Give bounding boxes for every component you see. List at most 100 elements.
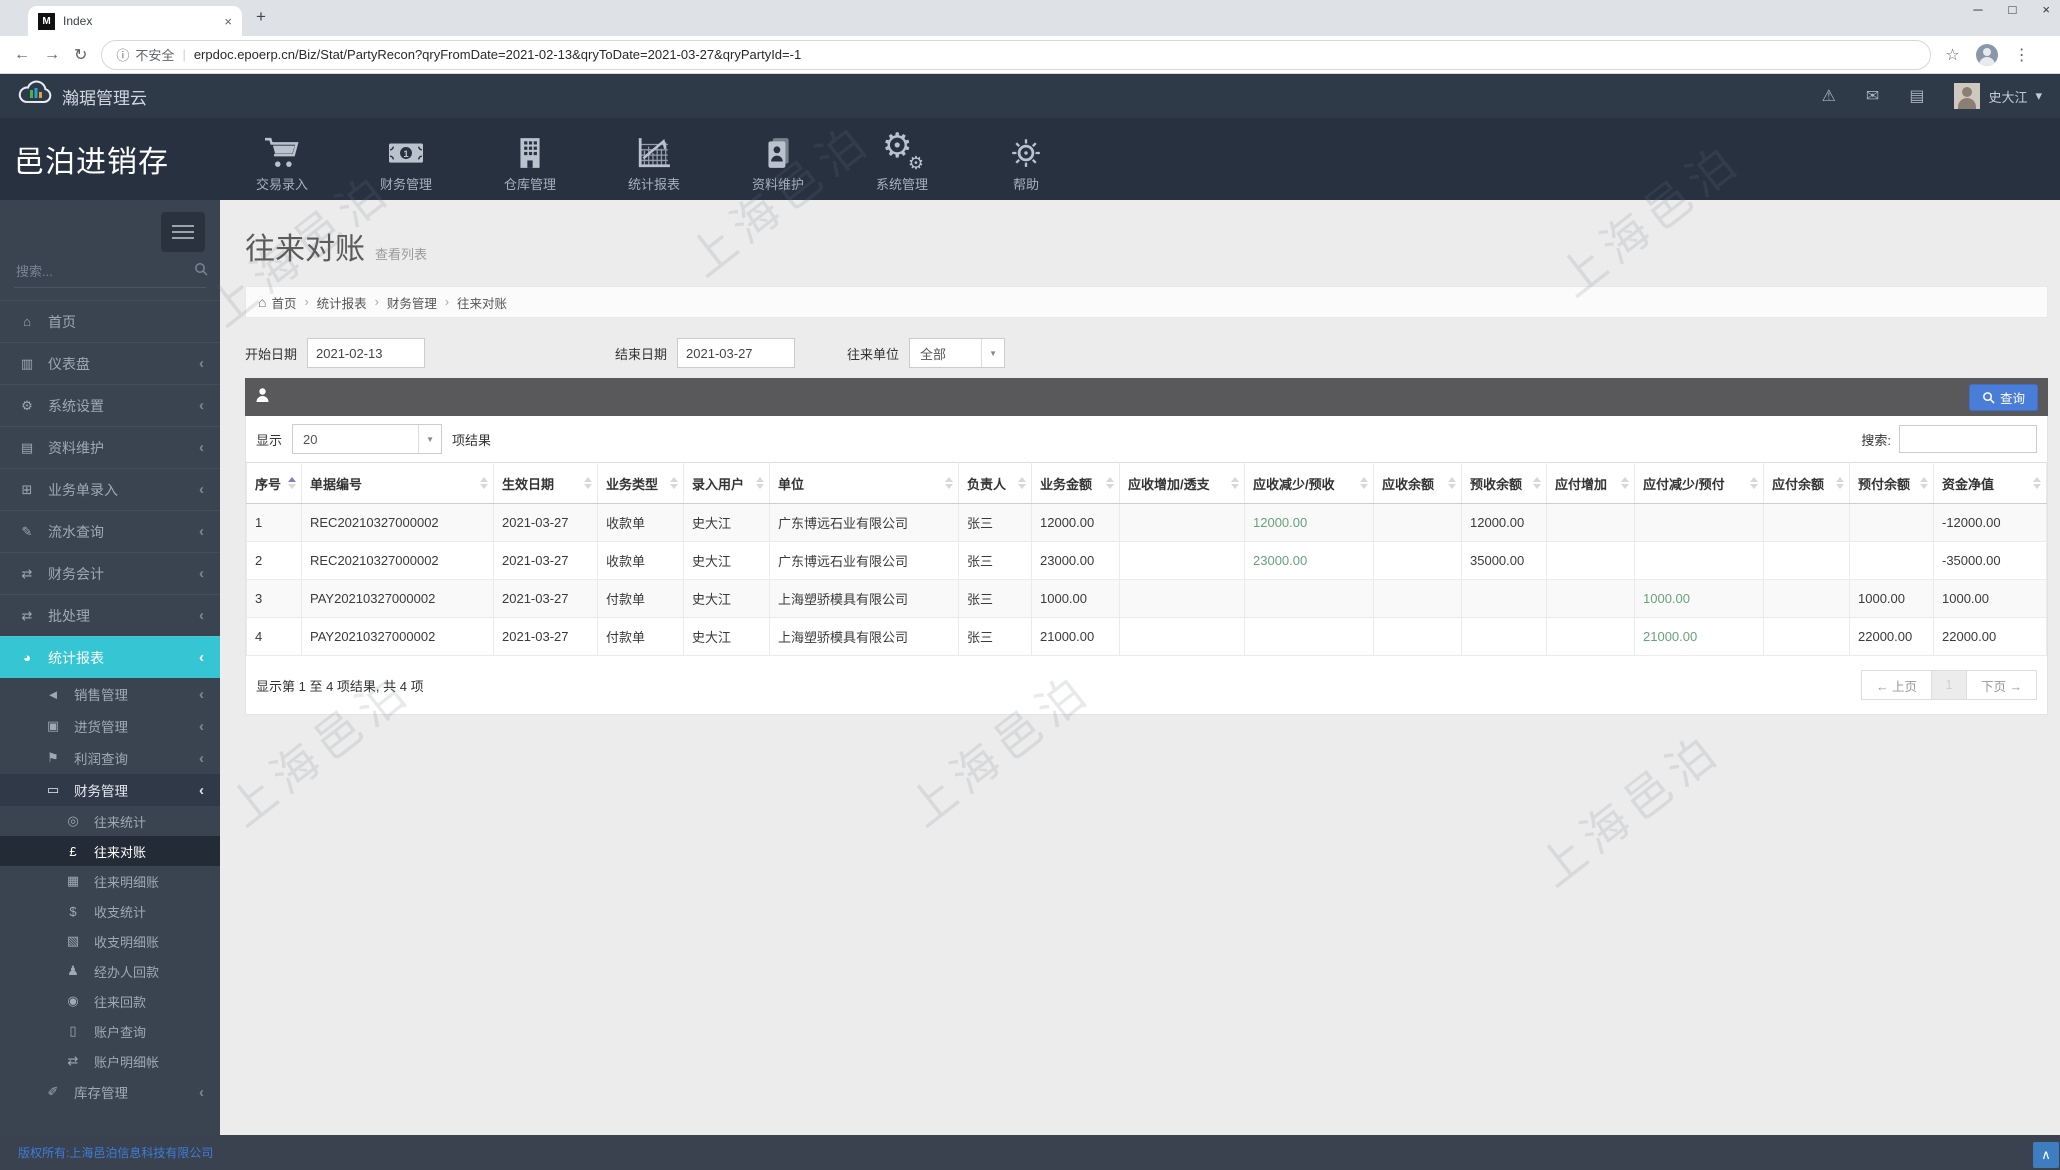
sidebar-toggle-button[interactable] xyxy=(161,212,205,252)
top-nav-warehouse[interactable]: 仓库管理 xyxy=(468,126,592,193)
sidebar-item-dashboard[interactable]: ▥ 仪表盘 ‹ xyxy=(0,342,220,384)
back-icon[interactable]: ← xyxy=(14,46,30,64)
sidebar-item-system-settings[interactable]: ⚙ 系统设置 ‹ xyxy=(0,384,220,426)
column-header[interactable]: 业务金额 xyxy=(1031,462,1120,504)
sidebar-item-party-ledger[interactable]: ▦ 往来明细账 xyxy=(0,866,220,896)
brand-title: 瀚琚管理云 xyxy=(62,88,147,108)
sidebar-item-data-maintenance[interactable]: ▤ 资料维护 ‹ xyxy=(0,426,220,468)
forward-icon[interactable]: → xyxy=(44,46,60,64)
cell xyxy=(1763,579,1850,618)
window-maximize-icon[interactable]: □ xyxy=(2009,2,2017,17)
cell xyxy=(1634,503,1764,542)
cell xyxy=(1461,579,1547,618)
sidebar-item-account-ledger[interactable]: ⇄ 账户明细帐 xyxy=(0,1046,220,1076)
page-size-select[interactable]: 20 ▼ xyxy=(292,424,443,454)
sidebar-item-purchase-management[interactable]: ▣ 进货管理 ‹ xyxy=(0,710,220,742)
cell: 1000.00 xyxy=(1933,579,2047,618)
column-header[interactable]: 负责人 xyxy=(958,462,1032,504)
tab-close-icon[interactable]: × xyxy=(224,14,232,29)
sidebar: ⌂首页▥仪表盘‹⚙系统设置‹▤资料维护‹⊞业务单录入‹✎流水查询‹⇄财务会计‹⇄… xyxy=(0,200,220,1135)
column-label: 应付增加 xyxy=(1555,476,1608,492)
sidebar-item-agent-collection[interactable]: ♟ 经办人回款 xyxy=(0,956,220,986)
mail-icon[interactable]: ✉ xyxy=(1866,86,1879,106)
top-nav-trade-entry[interactable]: 交易录入 xyxy=(220,126,344,193)
table-row[interactable]: 2 REC20210327000002 2021-03-27 收款单 史大江 广东博远石业… xyxy=(246,541,2047,580)
sidebar-item-income-expense-ledger[interactable]: ▧ 收支明细账 xyxy=(0,926,220,956)
sidebar-item-transaction-query[interactable]: ✎ 流水查询 ‹ xyxy=(0,510,220,552)
sidebar-item-home[interactable]: ⌂ 首页 xyxy=(0,300,220,342)
browser-profile-avatar[interactable] xyxy=(1975,43,1998,66)
column-header[interactable]: 应付减少/预付 xyxy=(1634,462,1764,504)
sidebar-item-statistics-reports[interactable]: ◕ 统计报表 ‹ xyxy=(0,636,220,678)
column-header[interactable]: 应收余额 xyxy=(1373,462,1462,504)
sidebar-item-account-query[interactable]: ▯ 账户查询 xyxy=(0,1016,220,1046)
table-row[interactable]: 4 PAY20210327000002 2021-03-27 付款单 史大江 上海塑骄模具… xyxy=(246,617,2047,656)
help-icon xyxy=(1006,126,1046,170)
start-date-input[interactable] xyxy=(307,338,426,368)
column-header[interactable]: 预付余额 xyxy=(1849,462,1934,504)
sort-icon xyxy=(1018,477,1026,489)
browser-menu-icon[interactable]: ⋮ xyxy=(2014,45,2030,65)
new-tab-button[interactable]: + xyxy=(256,7,266,27)
address-bar[interactable]: ⓘ 不安全 | erpdoc.epoerp.cn/Biz/Stat/PartyR… xyxy=(101,39,1932,70)
party-select[interactable]: 全部 ▼ xyxy=(909,338,1006,368)
column-header[interactable]: 序号 xyxy=(246,462,302,504)
column-header[interactable]: 资金净值 xyxy=(1933,462,2047,504)
sidebar-item-party-reconciliation[interactable]: £ 往来对账 xyxy=(0,836,220,866)
sidebar-item-sales-management[interactable]: ◄ 销售管理 ‹ xyxy=(0,678,220,710)
breadcrumb-home[interactable]: ⌂ 首页 xyxy=(258,293,296,312)
top-nav-system[interactable]: ⚙ ⚙ 系统管理 xyxy=(840,126,964,193)
current-page[interactable]: 1 xyxy=(1932,670,1967,700)
column-header[interactable]: 应收减少/预收 xyxy=(1244,462,1374,504)
window-close-icon[interactable]: × xyxy=(2042,2,2050,17)
column-header[interactable]: 应付余额 xyxy=(1763,462,1850,504)
breadcrumb-separator: › xyxy=(374,295,379,309)
table-row[interactable]: 1 REC20210327000002 2021-03-27 收款单 史大江 广东博远石业… xyxy=(246,503,2047,542)
table-row[interactable]: 3 PAY20210327000002 2021-03-27 付款单 史大江 上海塑骄模具… xyxy=(246,579,2047,618)
top-nav-finance[interactable]: 1 财务管理 xyxy=(344,126,468,193)
cell xyxy=(1373,579,1462,618)
sidebar-item-batch-processing[interactable]: ⇄ 批处理 ‹ xyxy=(0,594,220,636)
tasks-icon[interactable]: ▤ xyxy=(1909,86,1924,106)
end-date-input[interactable] xyxy=(677,338,796,368)
prev-page-button[interactable]: ← 上页 xyxy=(1861,670,1933,700)
top-nav-help[interactable]: 帮助 xyxy=(964,126,1088,193)
info-icon[interactable]: ⓘ xyxy=(116,45,129,64)
alert-icon[interactable]: ⚠ xyxy=(1822,86,1836,106)
breadcrumb-finance-management[interactable]: 财务管理 xyxy=(387,293,437,312)
next-page-button[interactable]: 下页 → xyxy=(1966,670,2037,700)
column-header[interactable]: 单据编号 xyxy=(301,462,494,504)
column-header[interactable]: 预收余额 xyxy=(1461,462,1547,504)
column-header[interactable]: 生效日期 xyxy=(493,462,598,504)
sidebar-item-party-statistics[interactable]: ◎ 往来统计 xyxy=(0,806,220,836)
brand[interactable]: 瀚琚管理云 xyxy=(18,80,147,112)
column-header[interactable]: 业务类型 xyxy=(597,462,684,504)
reload-icon[interactable]: ↻ xyxy=(74,45,87,65)
query-button[interactable]: 查询 xyxy=(1968,383,2038,411)
sort-icon xyxy=(584,477,592,489)
sidebar-item-inventory-management[interactable]: ✐ 库存管理 ‹ xyxy=(0,1076,220,1108)
sidebar-item-income-expense-stats[interactable]: $ 收支统计 xyxy=(0,896,220,926)
bookmark-star-icon[interactable]: ☆ xyxy=(1945,45,1959,65)
sidebar-item-profit-query[interactable]: ⚑ 利润查询 ‹ xyxy=(0,742,220,774)
sidebar-item-party-collection[interactable]: ◉ 往来回款 xyxy=(0,986,220,1016)
copyright-link[interactable]: 版权所有:上海邑泊信息科技有限公司 xyxy=(18,1144,213,1161)
sidebar-item-financial-accounting[interactable]: ⇄ 财务会计 ‹ xyxy=(0,552,220,594)
column-header[interactable]: 应收增加/透支 xyxy=(1119,462,1245,504)
column-header[interactable]: 应付增加 xyxy=(1546,462,1635,504)
top-nav-statistics[interactable]: 统计报表 xyxy=(592,126,716,193)
top-nav-data-maintenance[interactable]: 资料维护 xyxy=(716,126,840,193)
table-search-input[interactable] xyxy=(1899,425,2037,453)
sidebar-item-order-entry[interactable]: ⊞ 业务单录入 ‹ xyxy=(0,468,220,510)
breadcrumb-statistics-reports[interactable]: 统计报表 xyxy=(317,293,367,312)
sidebar-item-finance-management[interactable]: ▭ 财务管理 ‹ xyxy=(0,774,220,806)
browser-tab[interactable]: M Index × xyxy=(28,6,242,36)
column-label: 单位 xyxy=(778,476,805,492)
back-to-top-button[interactable]: ∧ xyxy=(2033,1142,2059,1168)
sidebar-search-input[interactable] xyxy=(14,263,194,280)
window-minimize-icon[interactable]: ─ xyxy=(1973,2,1982,17)
column-label: 负责人 xyxy=(967,476,1007,492)
column-header[interactable]: 单位 xyxy=(769,462,959,504)
user-menu[interactable]: 史大江 ▾ xyxy=(1954,83,2042,109)
column-header[interactable]: 录入用户 xyxy=(683,462,770,504)
